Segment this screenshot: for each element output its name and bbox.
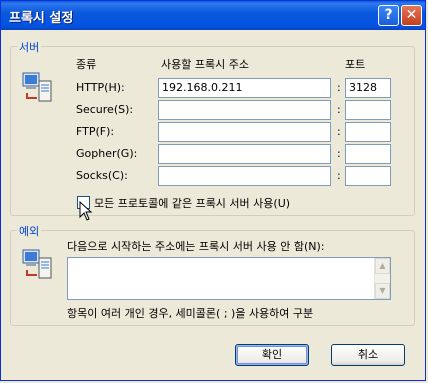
exceptions-scrollbar[interactable]: ▲ ▼	[374, 258, 390, 299]
scroll-up-button[interactable]: ▲	[375, 258, 390, 274]
question-icon: ?	[384, 7, 393, 23]
exceptions-list-icon	[22, 249, 52, 279]
server-network-icon	[22, 72, 52, 102]
column-type-header: 종류	[76, 58, 97, 71]
ftp-label: FTP(F):	[76, 125, 115, 138]
column-address-header: 사용할 프록시 주소	[161, 58, 249, 71]
http-port-input[interactable]: 3128	[345, 78, 391, 98]
close-button[interactable]: ✕	[401, 5, 422, 26]
chevron-up-icon: ▲	[379, 261, 386, 270]
ftp-colon: :	[337, 125, 341, 138]
proxy-settings-dialog: 프록시 설정 ? ✕ 서버 종류 사용할 프록시 주소 포트 HTTP(H): …	[0, 0, 426, 381]
secure-colon: :	[337, 103, 341, 116]
secure-label: Secure(S):	[76, 103, 134, 116]
secure-address-input[interactable]	[158, 100, 331, 120]
close-icon: ✕	[405, 7, 418, 23]
chevron-down-icon: ▼	[379, 286, 386, 295]
http-colon: :	[337, 81, 341, 94]
exceptions-textarea[interactable]: ▲ ▼	[67, 257, 391, 300]
http-address-input[interactable]: 192.168.0.211	[158, 78, 331, 98]
gopher-label: Gopher(G):	[76, 147, 138, 160]
ok-button[interactable]: 확인	[235, 344, 309, 366]
ftp-address-input[interactable]	[158, 122, 331, 142]
mouse-cursor-icon	[79, 201, 93, 221]
secure-port-input[interactable]	[345, 100, 391, 120]
gopher-port-input[interactable]	[345, 144, 391, 164]
servers-group-label: 서버	[17, 39, 42, 55]
socks-address-input[interactable]	[158, 166, 331, 186]
ftp-port-input[interactable]	[345, 122, 391, 142]
socks-colon: :	[337, 169, 341, 182]
socks-port-input[interactable]	[345, 166, 391, 186]
same-proxy-label[interactable]: 모든 프로토콜에 같은 프록시 서버 사용(U)	[94, 195, 290, 211]
gopher-colon: :	[337, 147, 341, 160]
column-port-header: 포트	[345, 58, 366, 71]
socks-label: Socks(C):	[76, 169, 128, 182]
exceptions-hint: 항목이 여러 개인 경우, 세미콜론( ; )을 사용하여 구분	[67, 307, 314, 320]
help-button[interactable]: ?	[378, 5, 399, 26]
exceptions-group-label: 예외	[17, 223, 42, 239]
title-bar[interactable]: 프록시 설정 ? ✕	[1, 1, 425, 30]
scroll-down-button[interactable]: ▼	[375, 283, 390, 299]
cancel-button[interactable]: 취소	[331, 344, 405, 366]
exceptions-instruction: 다음으로 시작하는 주소에는 프록시 서버 사용 안 함(N):	[67, 240, 325, 253]
http-label: HTTP(H):	[76, 81, 125, 94]
window-title: 프록시 설정	[9, 11, 74, 26]
gopher-address-input[interactable]	[158, 144, 331, 164]
